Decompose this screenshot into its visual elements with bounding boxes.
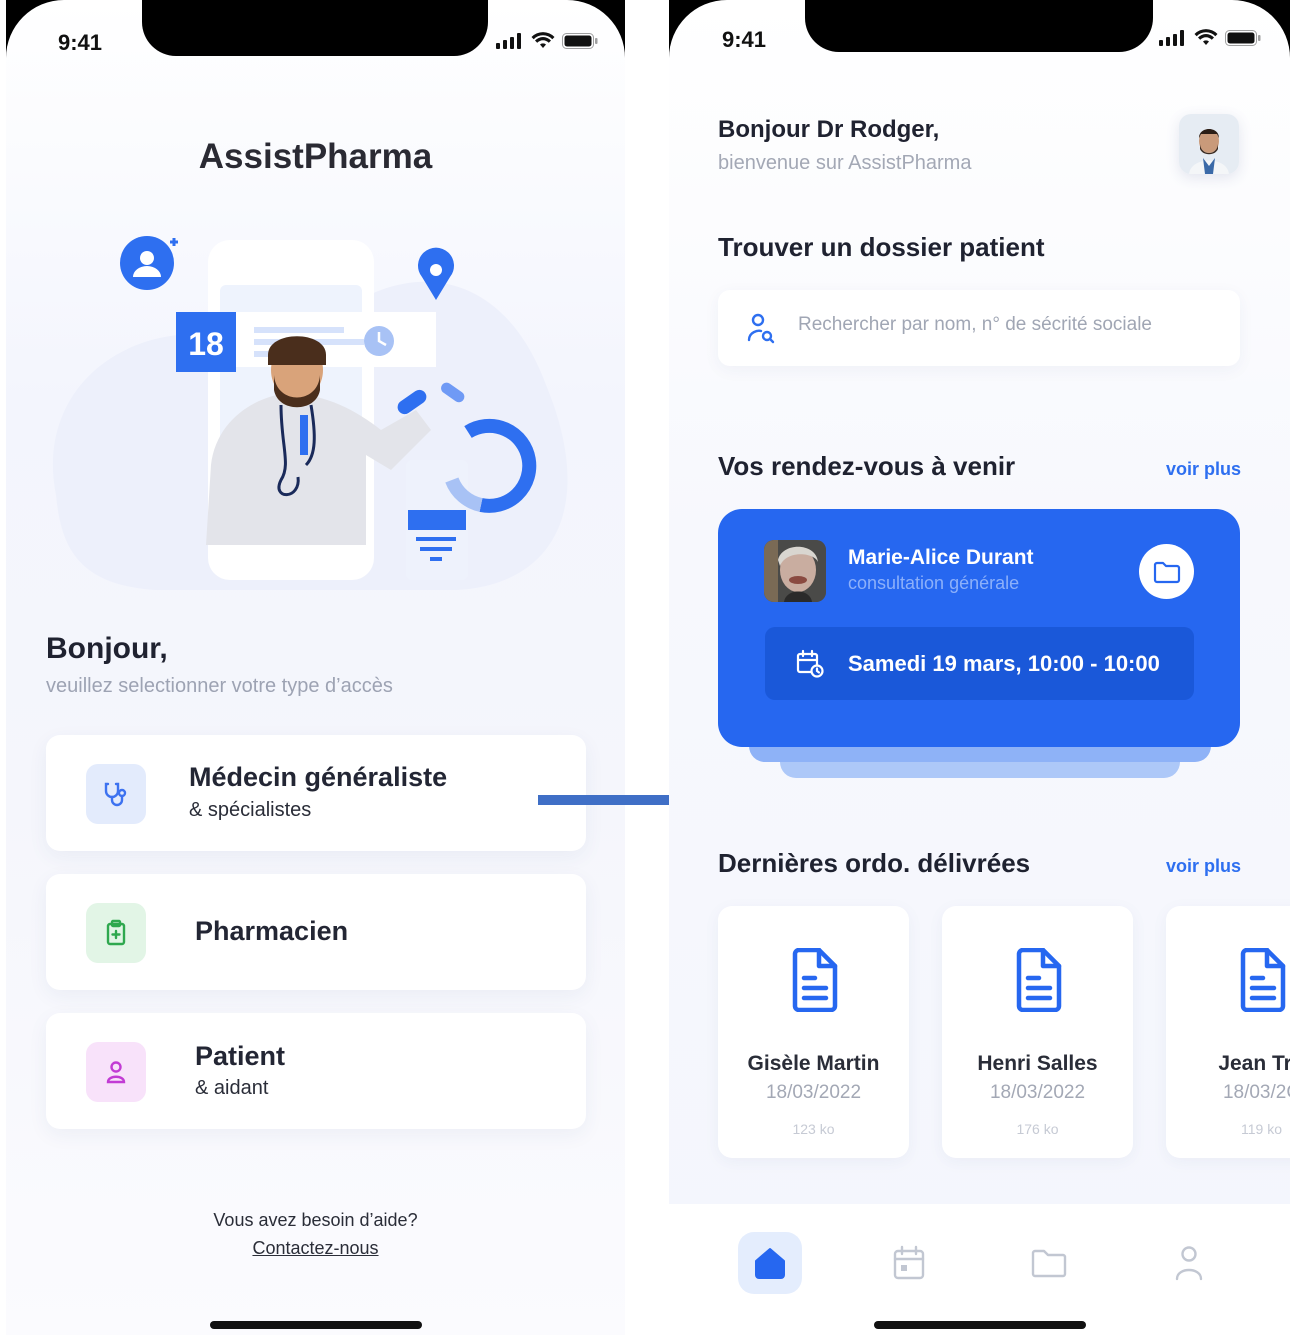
prescription-patient: Jean Tro	[1218, 1052, 1290, 1075]
stethoscope-icon	[86, 764, 146, 824]
signal-icon	[496, 33, 521, 49]
access-option-pharmacist[interactable]: Pharmacien	[46, 874, 586, 990]
calendar-day: 18	[188, 326, 224, 362]
prescription-size: 123 ko	[792, 1121, 835, 1137]
document-icon	[792, 948, 838, 1012]
help-text: Vous avez besoin d’aide?	[213, 1210, 418, 1230]
access-title: Pharmacien	[195, 916, 349, 946]
patient-name: Marie-Alice Durant	[848, 546, 1034, 569]
tab-calendar[interactable]	[877, 1232, 941, 1294]
home-screen: 9:41 Bonjour Dr Rodger, bienvenue sur As…	[669, 0, 1290, 1335]
greeting-subtitle: veuillez selectionner votre type d’accès	[46, 675, 393, 697]
status-icons	[1159, 29, 1261, 47]
access-option-doctor[interactable]: Médecin généraliste & spécialistes	[46, 735, 586, 851]
notch	[805, 0, 1153, 52]
appointment-date-text: Samedi 19 mars, 10:00 - 10:00	[848, 651, 1160, 676]
open-folder-button[interactable]	[1139, 544, 1194, 599]
signal-icon	[1159, 30, 1184, 46]
doctor-illustration: 18	[52, 236, 568, 590]
app-title: AssistPharma	[198, 137, 433, 176]
prescriptions-title: Dernières ordo. délivrées	[718, 848, 1031, 878]
prescriptions-see-more[interactable]: voir plus	[1166, 856, 1241, 877]
contact-link[interactable]: Contactez-nous	[6, 1238, 625, 1259]
home-icon	[755, 1248, 785, 1279]
access-subtitle: & aidant	[195, 1077, 269, 1099]
doctor-avatar[interactable]	[1179, 114, 1239, 174]
access-title: Patient	[195, 1041, 286, 1071]
appointments-title: Vos rendez-vous à venir	[718, 451, 1016, 481]
profile-icon	[1175, 1246, 1203, 1281]
phone-login: 9:41 AssistPharma 18 Bonjour, veuillez s…	[6, 0, 625, 1335]
patient-search[interactable]	[718, 290, 1240, 366]
calendar-icon	[893, 1245, 925, 1280]
prescription-date: 18/03/2022	[765, 1082, 862, 1103]
access-title: Médecin généraliste	[189, 762, 448, 792]
prescription-card[interactable]: Henri Salles 18/03/2022 176 ko	[942, 906, 1133, 1158]
clipboard-plus-icon	[86, 903, 146, 963]
battery-icon	[1225, 30, 1261, 46]
home-indicator	[210, 1321, 422, 1329]
prescription-card[interactable]: Gisèle Martin 18/03/2022 123 ko	[718, 906, 909, 1158]
status-time: 9:41	[722, 27, 767, 52]
greeting: Bonjour,	[46, 632, 168, 665]
appointment-card[interactable]: Marie-Alice Durant consultation générale…	[718, 509, 1240, 747]
home-indicator	[874, 1321, 1086, 1329]
wifi-icon	[1194, 29, 1218, 45]
login-screen: 9:41 AssistPharma 18 Bonjour, veuillez s…	[6, 0, 625, 1335]
prescription-patient: Gisèle Martin	[747, 1052, 880, 1075]
status-icons	[496, 32, 598, 50]
access-subtitle: & spécialistes	[189, 799, 312, 821]
prescription-patient: Henri Salles	[977, 1052, 1098, 1075]
status-time: 9:41	[58, 30, 103, 55]
consultation-type: consultation générale	[848, 573, 1020, 593]
tab-home[interactable]	[738, 1232, 802, 1294]
doctor-greeting: Bonjour Dr Rodger,	[718, 116, 940, 143]
wifi-icon	[531, 32, 555, 48]
prescription-size: 176 ko	[1016, 1121, 1059, 1137]
tab-folder[interactable]	[1017, 1232, 1081, 1294]
tab-bar	[669, 1204, 1290, 1335]
calendar-clock-icon	[796, 649, 824, 678]
phone-home: 9:41 Bonjour Dr Rodger, bienvenue sur As…	[669, 0, 1290, 1335]
notch	[142, 0, 488, 56]
document-icon	[1016, 948, 1062, 1012]
tab-profile[interactable]	[1157, 1232, 1221, 1294]
access-option-patient[interactable]: Patient & aidant	[46, 1013, 586, 1129]
prescription-size: 119 ko	[1241, 1121, 1282, 1137]
prescription-date: 18/03/2022	[989, 1082, 1086, 1103]
prescription-date: 18/03/2C	[1222, 1082, 1290, 1103]
search-title: Trouver un dossier patient	[718, 232, 1045, 262]
prescription-card[interactable]: Jean Tro 18/03/2C 119 ko	[1166, 906, 1290, 1158]
folder-icon	[1153, 561, 1180, 583]
patient-photo	[764, 540, 826, 602]
welcome-text: bienvenue sur AssistPharma	[718, 152, 972, 174]
document-icon	[1240, 948, 1286, 1012]
folder-icon	[1031, 1249, 1067, 1278]
search-input[interactable]	[798, 314, 1218, 336]
user-search-icon	[747, 313, 775, 344]
appointments-see-more[interactable]: voir plus	[1166, 459, 1241, 480]
battery-icon	[562, 33, 598, 49]
avatar-image	[1179, 114, 1239, 174]
user-icon	[86, 1042, 146, 1102]
appointment-datetime: Samedi 19 mars, 10:00 - 10:00	[765, 627, 1194, 700]
